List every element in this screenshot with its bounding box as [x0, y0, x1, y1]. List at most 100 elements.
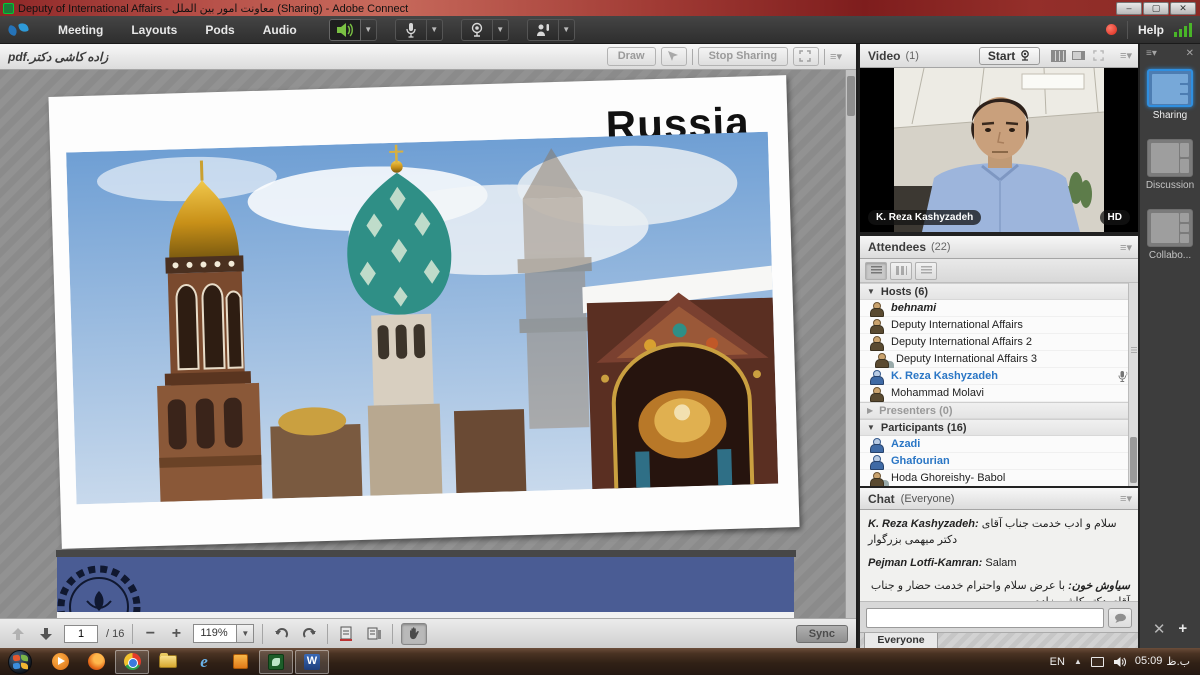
pointer-tool-button[interactable] [661, 47, 687, 66]
speaker-button[interactable] [329, 19, 361, 41]
layout-discussion-thumbnail[interactable] [1147, 139, 1193, 177]
zoom-level-select[interactable]: 119% ▼ [193, 624, 254, 643]
taskbar-firefox-icon[interactable] [79, 650, 113, 674]
attendees-scrollbar[interactable] [1128, 283, 1138, 486]
rotate-right-button[interactable] [299, 624, 319, 644]
layouts-sidebar: ≡▾ ✕ Sharing Discussion Collabo... ✕ + [1140, 44, 1200, 648]
speaker-dropdown[interactable]: ▼ [361, 19, 377, 41]
add-layout-icon[interactable]: + [1178, 620, 1187, 638]
attendee-status-view-button[interactable] [915, 262, 937, 280]
chat-send-button[interactable] [1108, 608, 1132, 628]
volume-icon[interactable] [1113, 656, 1126, 668]
attendee-row[interactable]: Ghafourian [860, 453, 1138, 470]
close-button[interactable]: ✕ [1170, 2, 1196, 15]
menu-layouts[interactable]: Layouts [117, 16, 191, 44]
video-pod-title: Video [868, 49, 900, 63]
webcam-dropdown[interactable]: ▼ [493, 19, 509, 41]
attendee-row[interactable]: Azadi [860, 436, 1138, 453]
tab-everyone[interactable]: Everyone [864, 633, 938, 649]
sync-button[interactable]: Sync [796, 625, 848, 643]
menu-meeting[interactable]: Meeting [44, 16, 117, 44]
chat-message: Pejman Lotfi-Kamran: Salam [868, 556, 1130, 572]
page-up-button[interactable] [8, 624, 28, 644]
attendee-row[interactable]: Deputy International Affairs 2 [860, 334, 1138, 351]
clock[interactable]: 05:09ب.ظ [1135, 655, 1190, 668]
window-titlebar: Deputy of International Affairs - معاونت… [0, 0, 1200, 16]
chat-message: K. Reza Kashyzadeh: سلام و ادب خدمت جناب… [868, 517, 1130, 549]
attendee-grid-view-button[interactable] [890, 262, 912, 280]
pan-hand-tool-button[interactable] [401, 623, 427, 645]
attendees-pod-menu-icon[interactable]: ≡▾ [1120, 241, 1132, 254]
connection-signal-icon [1174, 23, 1192, 37]
chat-input[interactable] [866, 608, 1104, 628]
video-filmstrip-view-button[interactable] [1068, 48, 1088, 64]
microphone-dropdown[interactable]: ▼ [427, 19, 443, 41]
fullscreen-button[interactable] [793, 47, 819, 66]
fit-page-button[interactable] [364, 624, 384, 644]
webcam-button[interactable] [461, 19, 493, 41]
help-menu[interactable]: Help [1138, 23, 1164, 37]
network-icon[interactable] [1091, 657, 1104, 667]
taskbar-chrome-icon[interactable] [115, 650, 149, 674]
fit-width-button[interactable] [336, 624, 356, 644]
video-name-overlay: K. Reza Kashyzadeh [868, 210, 981, 225]
attendee-row[interactable]: Mohammad Molavi [860, 385, 1138, 402]
page-total-label: / 16 [106, 628, 124, 640]
attendees-pod: Attendees (22) ≡▾ ▼Hosts (6) behnami Dep… [860, 236, 1138, 486]
page-down-button[interactable] [36, 624, 56, 644]
zoom-out-button[interactable]: − [141, 625, 159, 643]
layouts-close-icon[interactable]: ✕ [1186, 48, 1194, 59]
draw-button[interactable]: Draw [607, 47, 656, 66]
rotate-left-button[interactable] [271, 624, 291, 644]
chat-message: سیاوش خون: با عرض سلام واحترام خدمت حضار… [868, 579, 1130, 602]
attendee-row[interactable]: Deputy International Affairs 3 [860, 351, 1138, 368]
chat-pod-menu-icon[interactable]: ≡▾ [1120, 492, 1132, 505]
maximize-button[interactable]: ▢ [1143, 2, 1169, 15]
tray-expand-icon[interactable]: ▲ [1074, 657, 1082, 666]
attendee-row[interactable]: Hoda Ghoreishy- Babol [860, 470, 1138, 486]
video-pod-header: Video (1) Start ≡▾ [860, 44, 1138, 68]
layouts-menu-icon[interactable]: ≡▾ [1146, 48, 1157, 59]
attendee-mic-icon [1117, 370, 1128, 383]
slide-page-1: Russia [48, 75, 799, 549]
raise-hand-dropdown[interactable]: ▼ [559, 19, 575, 41]
layout-collaboration-thumbnail[interactable] [1147, 209, 1193, 247]
taskbar-ie-icon[interactable]: e [187, 650, 221, 674]
taskbar-adobe-connect-icon[interactable] [259, 650, 293, 674]
start-button[interactable] [8, 650, 32, 674]
taskbar-word-icon[interactable]: W [295, 650, 329, 674]
microphone-button[interactable] [395, 19, 427, 41]
attendee-list-view-button[interactable] [865, 262, 887, 280]
video-pod-menu-icon[interactable]: ≡▾ [1120, 49, 1132, 62]
attendee-row[interactable]: Deputy International Affairs [860, 317, 1138, 334]
language-indicator[interactable]: EN [1050, 656, 1065, 668]
participants-group-header[interactable]: ▼Participants (16) [860, 419, 1138, 436]
minimize-button[interactable]: – [1116, 2, 1142, 15]
menu-pods[interactable]: Pods [191, 16, 248, 44]
stop-sharing-button[interactable]: Stop Sharing [698, 47, 788, 66]
attendee-row[interactable]: behnami [860, 300, 1138, 317]
taskbar-office-icon[interactable] [223, 650, 257, 674]
document-scrollbar[interactable] [845, 70, 856, 618]
pointer-icon [667, 50, 678, 62]
video-fullscreen-button[interactable] [1088, 48, 1108, 64]
video-grid-view-button[interactable] [1048, 48, 1068, 64]
start-webcam-button[interactable]: Start [979, 47, 1040, 65]
webcam-icon [470, 22, 484, 38]
page-number-input[interactable] [64, 625, 98, 643]
hosts-group-header[interactable]: ▼Hosts (6) [860, 283, 1138, 300]
university-logo [57, 557, 187, 612]
chat-input-row [860, 604, 1138, 632]
menu-audio[interactable]: Audio [249, 16, 311, 44]
taskbar-explorer-icon[interactable] [151, 650, 185, 674]
raise-hand-icon [535, 22, 551, 38]
share-pod-menu-icon[interactable]: ≡▾ [830, 50, 842, 63]
attendee-row-self[interactable]: K. Reza Kashyzadeh [860, 368, 1138, 385]
speech-bubble-icon [1114, 613, 1127, 624]
raise-hand-button[interactable] [527, 19, 559, 41]
zoom-in-button[interactable]: + [167, 625, 185, 643]
presenters-group-header[interactable]: ▶Presenters (0) [860, 402, 1138, 419]
layout-sharing-thumbnail[interactable] [1147, 69, 1193, 107]
taskbar-media-player-icon[interactable] [43, 650, 77, 674]
remove-layout-icon[interactable]: ✕ [1153, 620, 1166, 638]
